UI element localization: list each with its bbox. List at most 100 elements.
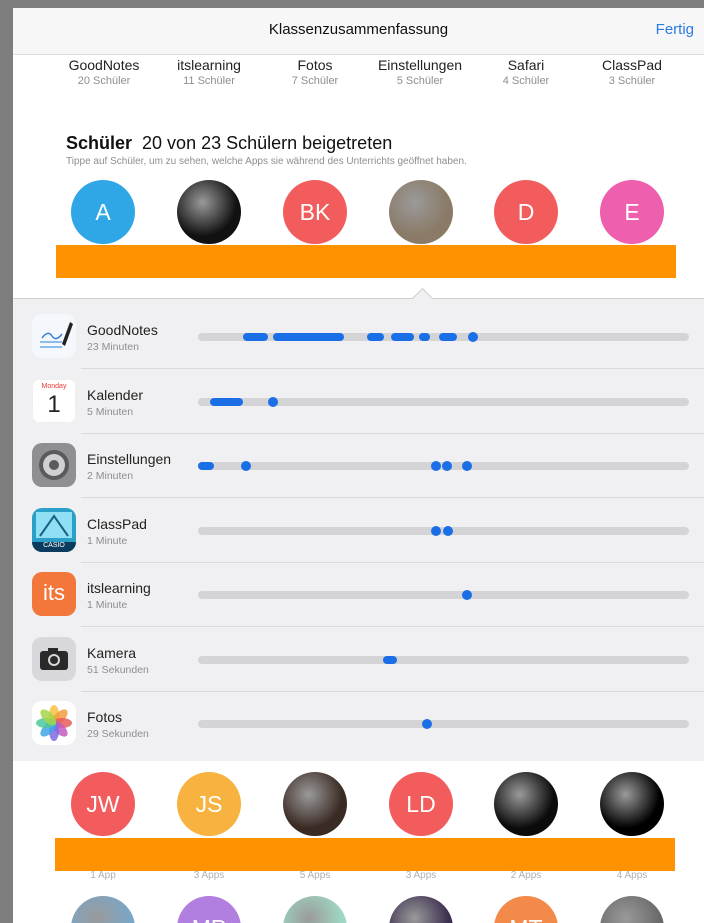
usage-segment xyxy=(210,397,244,406)
app-usage-name: itslearning xyxy=(87,580,151,596)
calendar-icon: Monday 1 xyxy=(32,378,76,423)
student-avatar[interactable]: BK xyxy=(283,180,347,244)
usage-point xyxy=(430,525,441,536)
app-usage-duration: 2 Minuten xyxy=(87,470,134,482)
student-avatar[interactable]: LD xyxy=(389,772,453,836)
usage-point xyxy=(461,461,472,471)
app-usage-name: Kamera xyxy=(87,644,137,661)
student-app-count: 3 Apps xyxy=(193,870,225,881)
student-initials: MP xyxy=(192,915,227,923)
student-initials: BK xyxy=(299,198,331,225)
usage-point xyxy=(268,396,279,407)
app-usage-duration: 51 Sekunden xyxy=(87,663,149,676)
app-summary-item[interactable]: itslearning 11 Schüler xyxy=(154,55,264,87)
usage-segment xyxy=(273,333,345,341)
redaction-bar xyxy=(56,245,676,278)
student-photo-avatar[interactable] xyxy=(389,896,453,923)
usage-segment xyxy=(367,333,384,341)
student-photo-avatar[interactable] xyxy=(600,896,664,923)
student-avatars-row-1: A BK D E xyxy=(13,180,704,244)
app-usage-row[interactable]: Kamera 51 Sekunden xyxy=(13,628,704,692)
app-summary-name: Einstellungen xyxy=(377,57,463,73)
app-usage-row[interactable]: GoodNotes 23 Minuten xyxy=(13,305,704,369)
usage-segment xyxy=(418,333,431,341)
usage-point xyxy=(442,461,453,471)
student-avatar[interactable]: JS xyxy=(177,772,241,836)
student-photo-avatar[interactable] xyxy=(389,180,453,244)
student-initials: E xyxy=(624,198,640,225)
student-avatar[interactable]: E xyxy=(600,180,664,244)
usage-timeline xyxy=(198,590,689,600)
students-hint: Tippe auf Schüler, um zu sehen, welche A… xyxy=(66,156,467,167)
app-usage-row[interactable]: Monday 1 Kalender 5 Minuten xyxy=(13,370,704,434)
app-summary-item[interactable]: ClassPad 3 Schüler xyxy=(577,55,687,87)
students-more: JW 1 App JS 3 Apps 5 Apps LD 3 Apps 2 Apps 4 App… xyxy=(13,761,704,923)
app-usage-name: Kalender xyxy=(87,386,144,403)
student-initials: LD xyxy=(406,790,436,817)
usage-timeline xyxy=(198,525,689,536)
app-summary-row: GoodNotes 20 Schüler itslearning 11 Schüler… xyxy=(13,55,704,95)
app-summary-count: 4 Schüler xyxy=(502,75,550,87)
redaction-bar xyxy=(55,838,675,871)
settings-icon xyxy=(32,443,76,487)
app-usage-row[interactable]: Einstellungen 2 Minuten xyxy=(13,434,704,498)
app-usage-duration: 29 Sekunden xyxy=(87,728,149,740)
student-app-count: 2 Apps xyxy=(510,870,542,881)
app-usage-row[interactable]: its itslearning 1 Minute xyxy=(13,563,704,627)
app-usage-duration: 1 Minute xyxy=(87,534,128,547)
app-summary-count: 7 Schüler xyxy=(291,75,339,87)
camera-icon xyxy=(32,636,76,681)
student-app-count: 5 Apps xyxy=(299,870,331,881)
app-usage-row[interactable]: Fotos 29 Sekunden xyxy=(13,692,704,756)
student-avatar[interactable]: A xyxy=(71,180,135,244)
app-usage-name: GoodNotes xyxy=(87,322,158,338)
usage-point xyxy=(443,525,454,536)
student-avatar[interactable]: MT xyxy=(494,896,558,923)
app-summary-item[interactable]: GoodNotes 20 Schüler xyxy=(49,55,159,87)
student-photo-avatar[interactable] xyxy=(494,772,558,836)
navigation-bar: Klassenzusammenfassung Fertig xyxy=(13,8,704,55)
app-summary-name: GoodNotes xyxy=(68,57,140,73)
app-usage-row[interactable]: CASIO ClassPad 1 Minute xyxy=(13,499,704,563)
app-summary-name: Safari xyxy=(507,57,545,73)
app-usage-name: Einstellungen xyxy=(87,451,172,467)
usage-timeline xyxy=(198,655,689,664)
student-avatar[interactable]: MP xyxy=(177,896,241,923)
app-summary-count: 11 Schüler xyxy=(183,75,235,87)
class-summary-window: Klassenzusammenfassung Fertig GoodNotes 2… xyxy=(13,8,704,923)
goodnotes-icon xyxy=(32,314,76,358)
app-summary-name: ClassPad xyxy=(602,57,662,73)
app-summary-count: 3 Schüler xyxy=(608,75,656,87)
usage-segment xyxy=(243,333,268,341)
student-photo-avatar[interactable] xyxy=(177,180,241,244)
student-photo-avatar[interactable] xyxy=(600,772,664,836)
app-summary-item[interactable]: Fotos 7 Schüler xyxy=(260,55,370,87)
app-usage-duration: 5 Minuten xyxy=(87,405,134,418)
students-joined-count: 20 von 23 Schülern beigetreten xyxy=(142,133,393,153)
classpad-icon-label: CASIO xyxy=(43,541,65,549)
page-title: Klassenzusammenfassung xyxy=(268,21,449,38)
student-photo-avatar[interactable] xyxy=(283,896,347,923)
usage-point xyxy=(430,461,441,471)
classpad-icon: CASIO xyxy=(32,507,76,552)
app-usage-name: ClassPad xyxy=(87,515,147,532)
student-initials: MT xyxy=(509,915,542,923)
student-app-count: 4 Apps xyxy=(616,870,648,881)
student-avatar[interactable]: D xyxy=(494,180,558,244)
student-avatar[interactable]: JW xyxy=(71,772,135,836)
student-photo-avatar[interactable] xyxy=(283,772,347,836)
students-heading: Schüler xyxy=(66,133,133,153)
app-summary-count: 5 Schüler xyxy=(396,75,444,87)
app-summary-item[interactable]: Einstellungen 5 Schüler xyxy=(365,55,475,87)
app-summary-name: Fotos xyxy=(297,57,333,73)
usage-segment xyxy=(438,333,458,341)
usage-point xyxy=(241,461,252,471)
calendar-icon-day: 1 xyxy=(47,390,61,418)
app-summary-item[interactable]: Safari 4 Schüler xyxy=(471,55,581,87)
student-photo-avatar[interactable] xyxy=(71,896,135,923)
usage-timeline xyxy=(198,719,689,729)
student-initials: D xyxy=(517,198,535,225)
student-initials: JS xyxy=(195,790,223,817)
student-app-count: 1 App xyxy=(90,870,116,881)
done-button[interactable]: Fertig xyxy=(656,21,694,38)
